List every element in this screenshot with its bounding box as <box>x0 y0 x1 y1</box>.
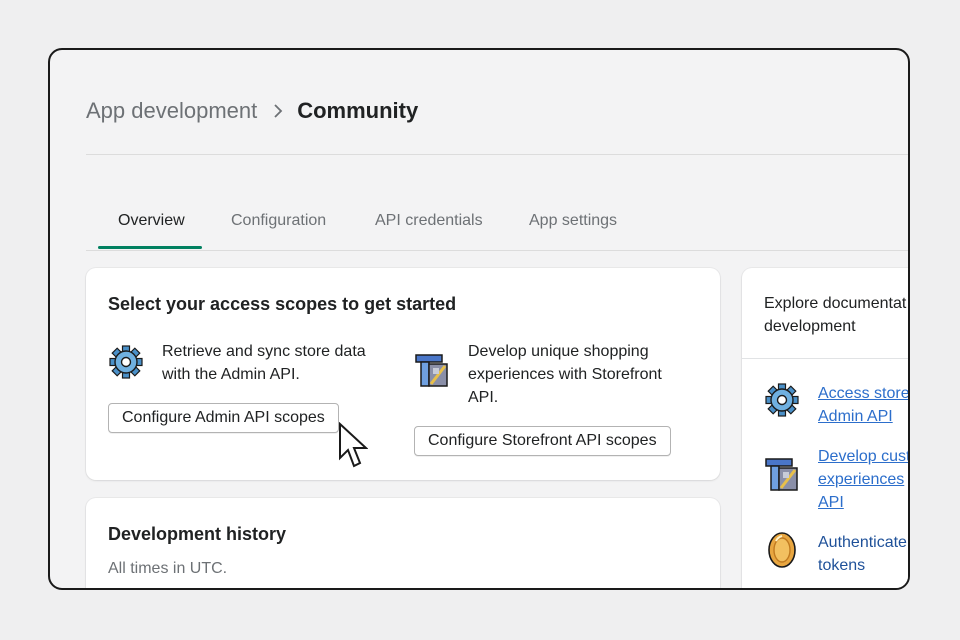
docs-heading-line: Explore documentat <box>764 295 907 312</box>
history-timezone-note: All times in UTC. <box>108 560 228 577</box>
tab-bar: Overview Configuration API credentials A… <box>86 200 908 251</box>
gear-icon <box>108 344 144 385</box>
storefront-icon <box>764 456 802 499</box>
storefront-desc-line: Develop unique shopping <box>468 343 649 360</box>
access-scopes-card: Select your access scopes to get started <box>86 268 720 480</box>
docs-link-line: Develop cust <box>818 448 910 465</box>
gear-icon <box>764 382 800 423</box>
docs-divider <box>742 358 908 359</box>
storefront-desc-line: experiences with Storefront <box>468 366 662 383</box>
docs-link-line: Authenticate <box>818 534 907 551</box>
storefront-icon <box>414 352 452 395</box>
mouse-pointer-icon <box>338 421 369 479</box>
development-history-card: Development history All times in UTC. <box>86 498 720 588</box>
docs-link-line: experiences <box>818 471 905 488</box>
coin-icon <box>766 531 798 574</box>
tab-api-credentials[interactable]: API credentials <box>375 212 483 230</box>
history-card-title: Development history <box>108 524 287 544</box>
docs-link-line: API <box>818 494 844 511</box>
docs-heading-line: development <box>764 318 856 335</box>
breadcrumb: App development Community <box>86 98 418 124</box>
tab-app-settings[interactable]: App settings <box>529 212 617 230</box>
docs-link-admin-api[interactable]: Access store Admin API <box>818 382 910 428</box>
breadcrumb-parent-link[interactable]: App development <box>86 98 257 124</box>
active-tab-indicator <box>98 246 202 249</box>
admin-desc-line: with the Admin API. <box>162 366 300 383</box>
configure-admin-api-scopes-button[interactable]: Configure Admin API scopes <box>108 403 339 433</box>
docs-link-line: Access store <box>818 385 910 402</box>
app-window: App development Community Overview Confi… <box>48 48 910 590</box>
storefront-desc-line: API. <box>468 389 499 406</box>
header-divider <box>86 154 908 155</box>
tab-overview[interactable]: Overview <box>118 212 185 230</box>
chevron-right-icon <box>273 104 283 118</box>
configure-storefront-api-scopes-button[interactable]: Configure Storefront API scopes <box>414 426 671 456</box>
admin-desc-line: Retrieve and sync store data <box>162 343 366 360</box>
admin-api-description: Retrieve and sync store data with the Ad… <box>162 340 366 386</box>
docs-link-line: tokens <box>818 557 866 574</box>
docs-link-storefront-api[interactable]: Develop cust experiences API <box>818 445 910 514</box>
docs-link-line: Admin API <box>818 408 893 425</box>
scopes-card-title: Select your access scopes to get started <box>108 294 457 314</box>
docs-link-authenticate-tokens[interactable]: Authenticate tokens <box>818 531 907 577</box>
page-title: Community <box>297 98 419 123</box>
tab-configuration[interactable]: Configuration <box>231 212 326 230</box>
docs-card-heading: Explore documentat development <box>764 292 906 338</box>
storefront-api-description: Develop unique shopping experiences with… <box>468 340 662 409</box>
documentation-card: Explore documentat development Access st… <box>742 268 910 588</box>
